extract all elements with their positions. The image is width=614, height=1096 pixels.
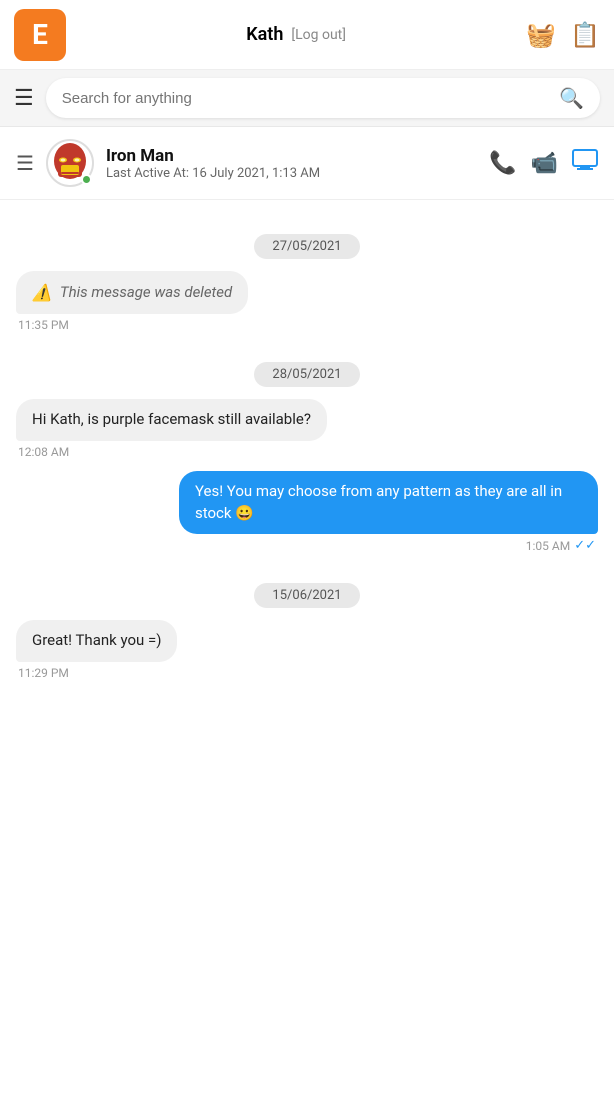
- chat-header-actions: 📞 📹: [489, 149, 598, 177]
- header-icons: 🧺 📋: [526, 21, 600, 49]
- bubble-received-2: Great! Thank you =): [16, 620, 177, 662]
- date-divider-2: 28/05/2021: [16, 362, 598, 387]
- warning-icon: ⚠️: [32, 281, 52, 304]
- chat-header-info: Iron Man Last Active At: 16 July 2021, 1…: [106, 146, 477, 181]
- bubble-sent-1: Yes! You may choose from any pattern as …: [179, 471, 598, 535]
- basket-icon[interactable]: 🧺: [526, 21, 556, 49]
- deleted-message-text: This message was deleted: [60, 282, 232, 304]
- date-label-3: 15/06/2021: [254, 583, 359, 608]
- screen-share-icon[interactable]: [572, 149, 598, 177]
- search-container: 🔍: [46, 78, 600, 118]
- search-icon[interactable]: 🔍: [559, 86, 584, 110]
- date-label-1: 27/05/2021: [254, 234, 359, 259]
- phone-icon[interactable]: 📞: [489, 151, 516, 176]
- username-label: Kath: [246, 24, 283, 45]
- message-row-1: Hi Kath, is purple facemask still availa…: [16, 399, 598, 467]
- date-divider-1: 27/05/2021: [16, 234, 598, 259]
- messages-area: 27/05/2021 ⚠️ This message was deleted 1…: [0, 200, 614, 900]
- hamburger-menu-icon[interactable]: ☰: [14, 86, 34, 111]
- contact-name: Iron Man: [106, 146, 477, 166]
- message-row-sent-1: Yes! You may choose from any pattern as …: [16, 471, 598, 562]
- date-divider-3: 15/06/2021: [16, 583, 598, 608]
- message-time-deleted: 11:35 PM: [18, 318, 69, 332]
- search-input[interactable]: [62, 90, 551, 107]
- logout-link[interactable]: [Log out]: [291, 27, 346, 43]
- message-time-sent-1: 1:05 AM ✓✓: [526, 538, 596, 553]
- deleted-message-bubble: ⚠️ This message was deleted: [16, 271, 248, 314]
- date-label-2: 28/05/2021: [254, 362, 359, 387]
- last-active-status: Last Active At: 16 July 2021, 1:13 AM: [106, 166, 477, 181]
- header-center: Kath [Log out]: [246, 24, 346, 45]
- chat-header: ☰ Iron Man L: [0, 127, 614, 200]
- top-header: E Kath [Log out] 🧺 📋: [0, 0, 614, 70]
- message-row-deleted: ⚠️ This message was deleted 11:35 PM: [16, 271, 598, 340]
- online-indicator: [81, 174, 92, 185]
- message-time-1: 12:08 AM: [18, 445, 69, 459]
- search-bar-row: ☰ 🔍: [0, 70, 614, 127]
- document-icon[interactable]: 📋: [570, 21, 600, 49]
- chat-menu-icon[interactable]: ☰: [16, 151, 34, 175]
- avatar-container: [46, 139, 94, 187]
- read-receipt-icon: ✓✓: [574, 538, 596, 553]
- logo-box: E: [14, 9, 66, 61]
- message-row-2: Great! Thank you =) 11:29 PM: [16, 620, 598, 688]
- logo-letter: E: [32, 18, 48, 51]
- video-call-icon[interactable]: 📹: [531, 151, 558, 176]
- message-time-2: 11:29 PM: [18, 666, 69, 680]
- bubble-received-1: Hi Kath, is purple facemask still availa…: [16, 399, 327, 441]
